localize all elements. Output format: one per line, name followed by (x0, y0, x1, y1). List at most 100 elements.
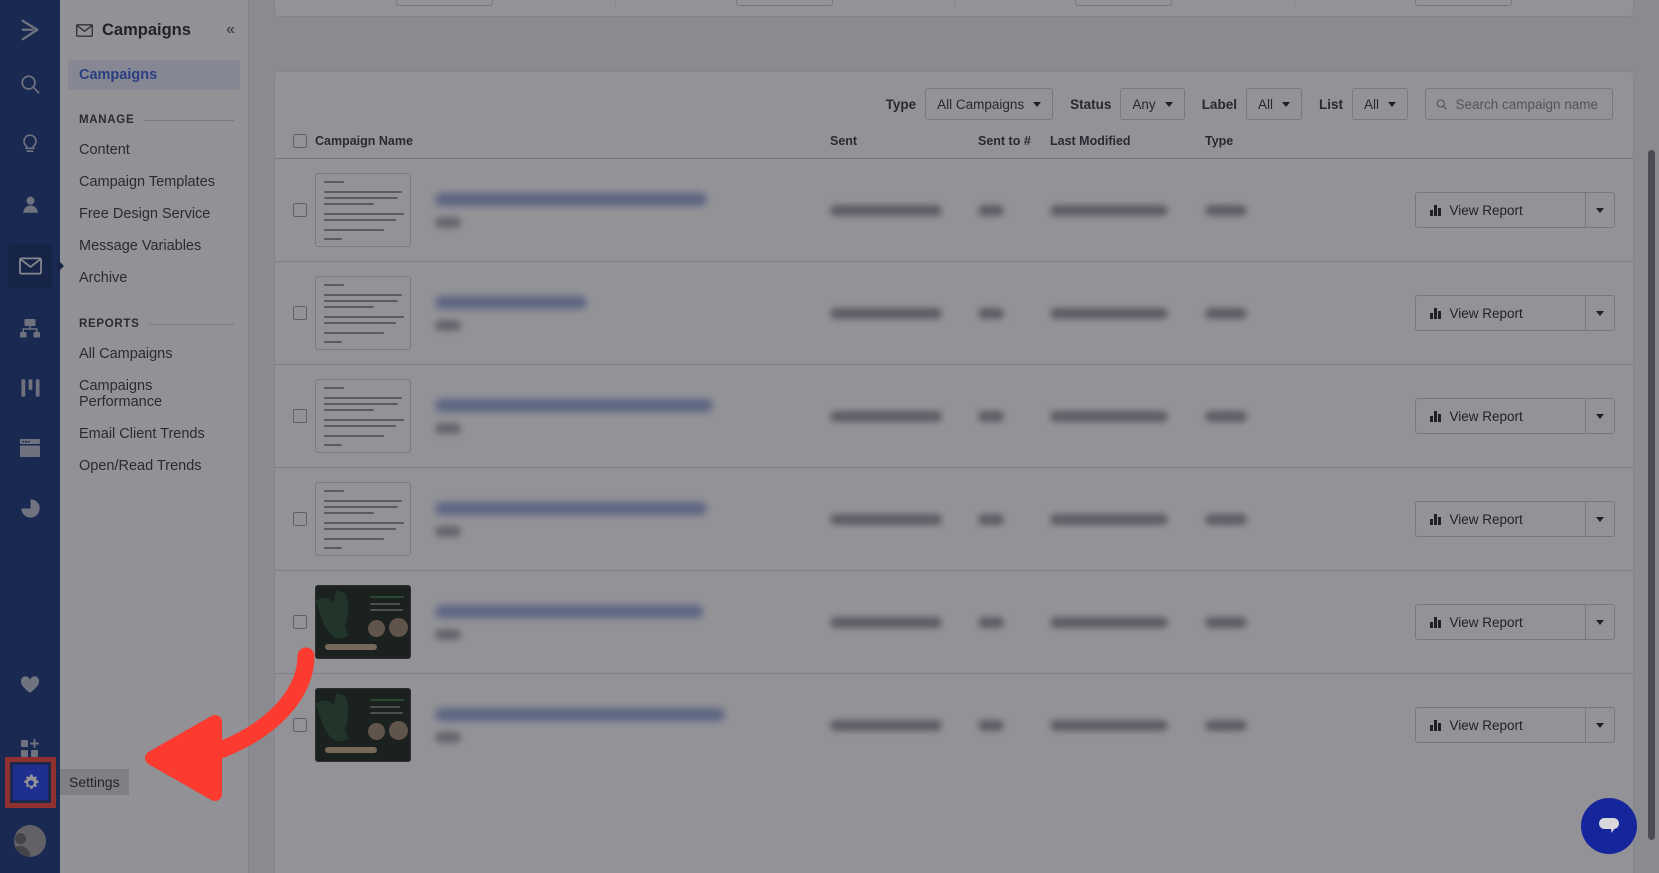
th-sent-to[interactable]: Sent to # (978, 134, 1050, 159)
app-logo[interactable] (0, 0, 60, 60)
filter-label-list: List (1318, 96, 1343, 112)
table-row[interactable]: View Report (275, 364, 1633, 468)
type-cell (1205, 158, 1323, 262)
subnav-item-all-campaigns[interactable]: All Campaigns (60, 338, 248, 370)
table-row[interactable]: View Report (275, 158, 1633, 262)
select-all-checkbox[interactable] (293, 134, 307, 148)
campaign-thumbnail[interactable] (315, 276, 411, 350)
th-campaign-name[interactable]: Campaign Name (315, 134, 830, 159)
user-avatar[interactable] (14, 825, 46, 857)
campaign-thumbnail[interactable] (315, 482, 411, 556)
rail-item-contacts[interactable] (0, 184, 60, 224)
view-report-dropdown[interactable] (1585, 192, 1615, 228)
row-checkbox[interactable] (293, 512, 307, 526)
subnav-item-campaign-templates[interactable]: Campaign Templates (60, 166, 248, 198)
row-select-cell (275, 570, 315, 674)
banner-cell: Learn more (954, 0, 1294, 16)
th-last-modified[interactable]: Last Modified (1050, 134, 1205, 159)
learn-more-button[interactable]: Learn more (1075, 0, 1173, 6)
learn-more-button[interactable]: Learn more (735, 0, 833, 6)
subnav-item-email-client-trends[interactable]: Email Client Trends (60, 418, 248, 450)
row-checkbox[interactable] (293, 409, 307, 423)
subnav-item-content[interactable]: Content (60, 134, 248, 166)
view-report-button[interactable]: View Report (1415, 295, 1585, 331)
filter-select-list[interactable]: All (1351, 88, 1408, 120)
view-report-button[interactable]: View Report (1415, 192, 1585, 228)
view-report-button[interactable]: View Report (1415, 398, 1585, 434)
search-input[interactable] (1455, 96, 1602, 112)
campaign-thumbnail[interactable] (315, 379, 411, 453)
subnav-item-archive[interactable]: Archive (60, 262, 248, 294)
settings-button[interactable] (13, 765, 48, 800)
lightbulb-icon (23, 134, 37, 153)
th-sent[interactable]: Sent (830, 134, 978, 159)
campaign-name-text[interactable] (435, 398, 713, 434)
view-report-dropdown[interactable] (1585, 398, 1615, 434)
subnav-item-campaigns-performance[interactable]: Campaigns Performance (60, 370, 248, 418)
rail-item-favorites[interactable] (0, 665, 60, 705)
view-report-button[interactable]: View Report (1415, 501, 1585, 537)
view-report-button[interactable]: View Report (1415, 604, 1585, 640)
campaign-name-text[interactable] (435, 295, 587, 331)
rail-item-pages[interactable] (0, 428, 60, 468)
browser-window-icon (20, 439, 40, 457)
learn-more-button[interactable]: Learn more (1414, 0, 1512, 6)
chevron-double-left-icon[interactable]: « (226, 22, 235, 38)
filter-select-status[interactable]: Any (1120, 88, 1185, 120)
row-checkbox[interactable] (293, 718, 307, 732)
campaign-name-text[interactable] (435, 604, 703, 640)
row-checkbox[interactable] (293, 203, 307, 217)
row-checkbox[interactable] (293, 306, 307, 320)
campaign-name-text[interactable] (435, 707, 725, 743)
subnav-item-open-read-trends[interactable]: Open/Read Trends (60, 450, 248, 482)
campaign-name-text[interactable] (435, 501, 707, 537)
chevron-down-icon (1596, 413, 1604, 419)
campaign-thumbnail[interactable] (315, 173, 411, 247)
campaigns-subnav: Campaigns « Campaigns MANAGE Content Cam… (60, 0, 249, 873)
rail-item-insights[interactable] (0, 124, 60, 164)
table-row[interactable]: View Report (275, 674, 1633, 777)
view-report-button[interactable]: View Report (1415, 707, 1585, 743)
campaign-thumbnail[interactable] (315, 688, 411, 762)
row-checkbox[interactable] (293, 615, 307, 629)
view-report-label: View Report (1449, 202, 1523, 218)
sent-cell (830, 261, 978, 365)
subnav-item-campaigns[interactable]: Campaigns (68, 60, 240, 90)
subnav-item-free-design-service[interactable]: Free Design Service (60, 198, 248, 230)
section-label-manage: MANAGE (79, 114, 135, 126)
campaign-name-text[interactable] (435, 192, 707, 228)
campaign-name-cell (315, 467, 830, 571)
view-report-dropdown[interactable] (1585, 604, 1615, 640)
gear-icon (23, 773, 39, 789)
filter-label-type: Type (885, 96, 917, 112)
view-report-dropdown[interactable] (1585, 501, 1615, 537)
row-select-cell (275, 674, 315, 777)
search-icon (20, 74, 39, 93)
th-type[interactable]: Type (1205, 134, 1323, 159)
sent-cell (830, 158, 978, 262)
table-row[interactable]: View Report (275, 570, 1633, 674)
rail-item-automation[interactable] (0, 308, 60, 348)
view-report-dropdown[interactable] (1585, 707, 1615, 743)
rail-item-pipelines[interactable] (0, 368, 60, 408)
search-box[interactable] (1425, 88, 1613, 120)
learn-more-button[interactable]: Learn more (396, 0, 494, 6)
view-report-dropdown[interactable] (1585, 295, 1615, 331)
rail-item-reports[interactable] (0, 488, 60, 528)
main-content: Learn more Learn more Learn more Learn m… (249, 0, 1659, 873)
rail-item-campaigns[interactable] (8, 244, 52, 288)
divider (148, 323, 234, 325)
sitemap-icon (20, 318, 40, 337)
rail-item-search[interactable] (0, 64, 60, 104)
campaign-thumbnail[interactable] (315, 585, 411, 659)
vertical-scrollbar[interactable] (1648, 150, 1655, 840)
table-row[interactable]: View Report (275, 467, 1633, 571)
chat-bubble-button[interactable] (1581, 798, 1637, 854)
filter-select-label[interactable]: All (1245, 88, 1302, 120)
filter-select-type[interactable]: All Campaigns (925, 88, 1054, 120)
chevron-down-icon (1596, 516, 1604, 522)
subnav-item-message-variables[interactable]: Message Variables (60, 230, 248, 262)
chat-bubble-icon (1599, 818, 1619, 833)
view-report-label: View Report (1449, 408, 1523, 424)
table-row[interactable]: View Report (275, 261, 1633, 365)
